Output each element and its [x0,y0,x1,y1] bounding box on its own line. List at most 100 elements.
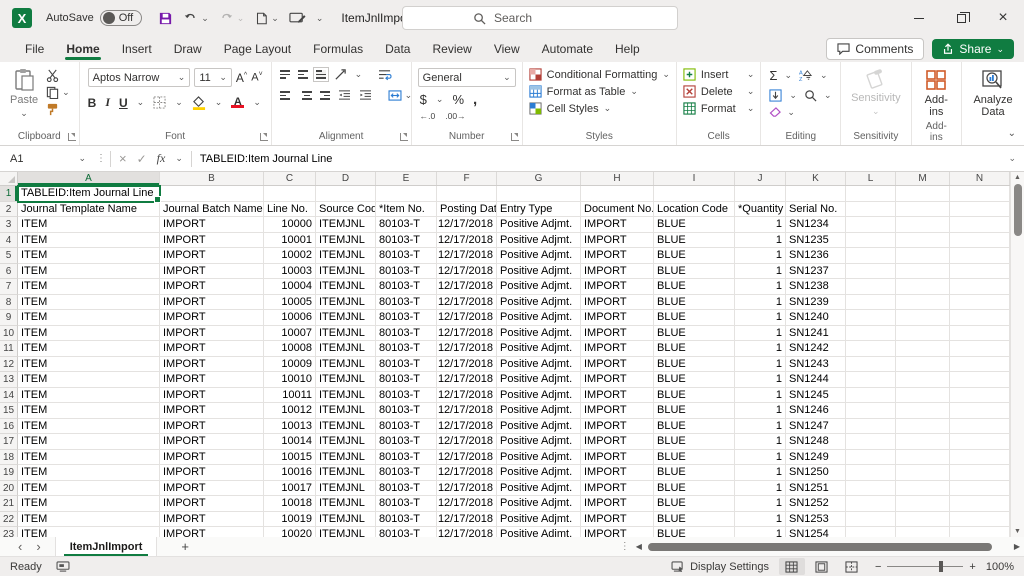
cell-B1[interactable] [160,186,264,202]
cell-M21[interactable] [896,496,950,512]
tab-view[interactable]: View [483,38,531,60]
cell-K15[interactable]: SN1246 [786,403,846,419]
cell-A18[interactable]: ITEM [18,450,160,466]
cell-J20[interactable]: 1 [735,481,786,497]
fill-chevron-icon[interactable]: ⌄ [789,90,797,101]
cell-I9[interactable]: BLUE [654,310,735,326]
cell-L23[interactable] [846,527,896,537]
select-all-button[interactable] [0,172,18,185]
cell-A1[interactable]: TABLEID:Item Journal Line [18,186,160,202]
cell-D21[interactable]: ITEMJNL [316,496,376,512]
cell-A11[interactable]: ITEM [18,341,160,357]
cell-F11[interactable]: 12/17/2018 [437,341,497,357]
cell-B7[interactable]: IMPORT [160,279,264,295]
cell-M12[interactable] [896,357,950,373]
cell-B12[interactable]: IMPORT [160,357,264,373]
save-button[interactable] [158,11,173,26]
cell-G7[interactable]: Positive Adjmt. [497,279,581,295]
cell-D5[interactable]: ITEMJNL [316,248,376,264]
name-box-resize-handle[interactable]: ⋮ [92,153,110,164]
formula-bar-expand-chevron-icon[interactable]: ⌄ [1008,153,1024,164]
cell-J1[interactable] [735,186,786,202]
cell-N15[interactable] [950,403,1010,419]
cell-C21[interactable]: 10018 [264,496,316,512]
font-color-chevron-icon[interactable]: ⌄ [253,97,261,108]
cell-H23[interactable]: IMPORT [581,527,654,537]
format-as-table-button[interactable]: Format as Table⌄ [527,83,672,100]
horizontal-scrollbar[interactable]: ⋮ ◀ ▶ [620,541,1024,552]
cell-J4[interactable]: 1 [735,233,786,249]
cell-F7[interactable]: 12/17/2018 [437,279,497,295]
cell-B23[interactable]: IMPORT [160,527,264,537]
cell-N13[interactable] [950,372,1010,388]
font-size-select[interactable]: 11⌄ [194,68,232,87]
cell-G2[interactable]: Entry Type [497,202,581,218]
tab-automate[interactable]: Automate [531,38,604,60]
cell-B18[interactable]: IMPORT [160,450,264,466]
wrap-text-button[interactable] [378,69,392,81]
cell-N17[interactable] [950,434,1010,450]
cell-I6[interactable]: BLUE [654,264,735,280]
cell-B11[interactable]: IMPORT [160,341,264,357]
cell-G22[interactable]: Positive Adjmt. [497,512,581,528]
align-bottom-button[interactable] [316,70,326,79]
clear-chevron-icon[interactable]: ⌄ [787,107,795,118]
cell-K20[interactable]: SN1251 [786,481,846,497]
zoom-slider[interactable] [887,566,963,567]
cell-E12[interactable]: 80103-T [376,357,437,373]
prev-sheet-button[interactable]: ‹ [18,539,22,554]
cell-I13[interactable]: BLUE [654,372,735,388]
decrease-decimal-button[interactable]: .00→ [445,111,465,121]
cell-B3[interactable]: IMPORT [160,217,264,233]
cell-K11[interactable]: SN1242 [786,341,846,357]
cell-D9[interactable]: ITEMJNL [316,310,376,326]
fill-button[interactable] [769,89,782,102]
cell-N2[interactable] [950,202,1010,218]
cell-J19[interactable]: 1 [735,465,786,481]
number-dialog-launcher[interactable] [511,133,519,141]
italic-button[interactable]: I [105,95,110,110]
cell-H18[interactable]: IMPORT [581,450,654,466]
cell-E21[interactable]: 80103-T [376,496,437,512]
formula-bar-content[interactable]: TABLEID:Item Journal Line [192,153,332,165]
cell-B4[interactable]: IMPORT [160,233,264,249]
merge-center-button[interactable]: ⌄ [388,90,413,101]
cell-E22[interactable]: 80103-T [376,512,437,528]
cell-I3[interactable]: BLUE [654,217,735,233]
cell-I17[interactable]: BLUE [654,434,735,450]
cell-M2[interactable] [896,202,950,218]
tab-page-layout[interactable]: Page Layout [213,38,302,60]
cell-A9[interactable]: ITEM [18,310,160,326]
cell-L12[interactable] [846,357,896,373]
cell-B19[interactable]: IMPORT [160,465,264,481]
cell-L9[interactable] [846,310,896,326]
cell-K12[interactable]: SN1243 [786,357,846,373]
cell-H22[interactable]: IMPORT [581,512,654,528]
underline-chevron-icon[interactable]: ⌄ [137,97,145,108]
cell-K17[interactable]: SN1248 [786,434,846,450]
autosave-control[interactable]: AutoSave Off [46,10,142,26]
cell-J3[interactable]: 1 [735,217,786,233]
column-header-E[interactable]: E [376,172,437,185]
cell-J6[interactable]: 1 [735,264,786,280]
zoom-in-button[interactable]: + [969,561,975,573]
tab-formulas[interactable]: Formulas [302,38,374,60]
align-middle-button[interactable] [298,70,308,79]
cell-H13[interactable]: IMPORT [581,372,654,388]
cell-M11[interactable] [896,341,950,357]
cell-J13[interactable]: 1 [735,372,786,388]
insert-cells-button[interactable]: Insert⌄ [681,66,757,83]
tab-home[interactable]: Home [55,38,110,60]
cell-G12[interactable]: Positive Adjmt. [497,357,581,373]
underline-button[interactable]: U [119,96,128,110]
cell-M9[interactable] [896,310,950,326]
page-break-view-button[interactable] [839,558,865,575]
row-header-17[interactable]: 17 [0,434,18,450]
cell-A16[interactable]: ITEM [18,419,160,435]
autosum-chevron-icon[interactable]: ⌄ [784,70,792,81]
orientation-button[interactable] [334,68,347,81]
cell-G16[interactable]: Positive Adjmt. [497,419,581,435]
restore-button[interactable] [940,0,982,36]
cell-M1[interactable] [896,186,950,202]
tab-file[interactable]: File [14,38,55,60]
